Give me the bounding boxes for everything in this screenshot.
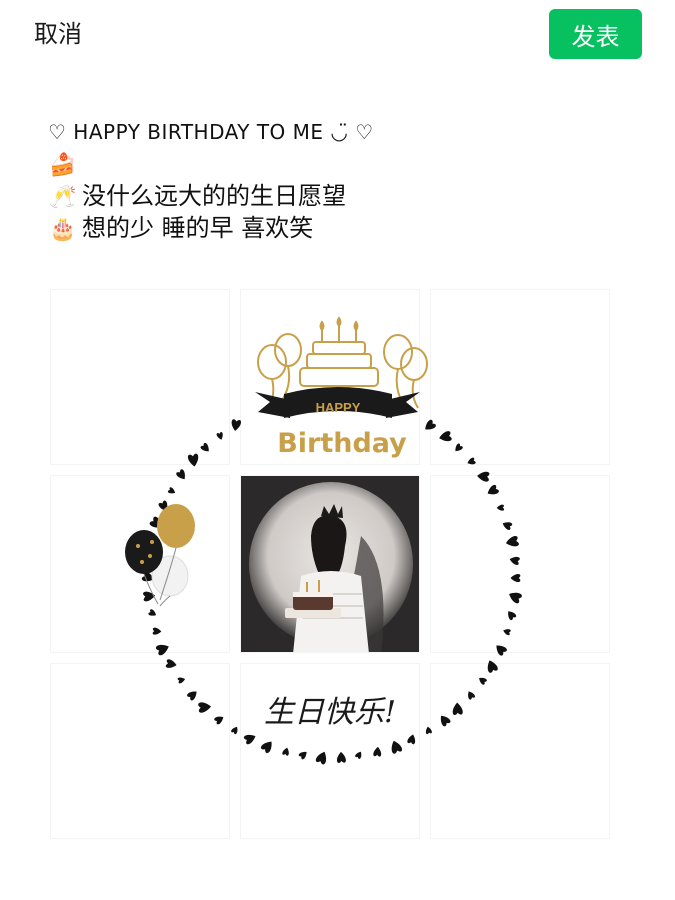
- grid-image-6[interactable]: [430, 475, 610, 653]
- grid-image-9[interactable]: [430, 663, 610, 839]
- post-text[interactable]: ♡ HAPPY BIRTHDAY TO ME ◡̈ ♡ 🍰 🥂 没什么远大的的生日…: [48, 116, 608, 244]
- post-line-4-text: 想的少 睡的早 喜欢笑: [82, 214, 314, 242]
- post-line-4: 🎂 想的少 睡的早 喜欢笑: [48, 212, 608, 244]
- image-grid: [50, 289, 610, 845]
- grid-image-2[interactable]: [240, 289, 420, 465]
- grid-image-7[interactable]: [50, 663, 230, 839]
- grid-image-3[interactable]: [430, 289, 610, 465]
- cancel-button[interactable]: 取消: [34, 18, 82, 50]
- cake-slice-icon: 🍰: [49, 153, 77, 178]
- publish-button[interactable]: 发表: [549, 9, 642, 59]
- post-line-2: 🍰: [48, 148, 608, 180]
- grid-image-4[interactable]: [50, 475, 230, 653]
- grid-image-1[interactable]: [50, 289, 230, 465]
- birthday-photo: [241, 476, 419, 652]
- grid-image-5[interactable]: [240, 475, 420, 653]
- post-line-3-text: 没什么远大的的生日愿望: [82, 182, 346, 210]
- birthday-cake-icon: 🎂: [49, 217, 77, 242]
- post-line-3: 🥂 没什么远大的的生日愿望: [48, 180, 608, 212]
- champagne-icon: 🥂: [49, 185, 77, 210]
- post-line-1: ♡ HAPPY BIRTHDAY TO ME ◡̈ ♡: [48, 120, 374, 144]
- grid-image-8[interactable]: [240, 663, 420, 839]
